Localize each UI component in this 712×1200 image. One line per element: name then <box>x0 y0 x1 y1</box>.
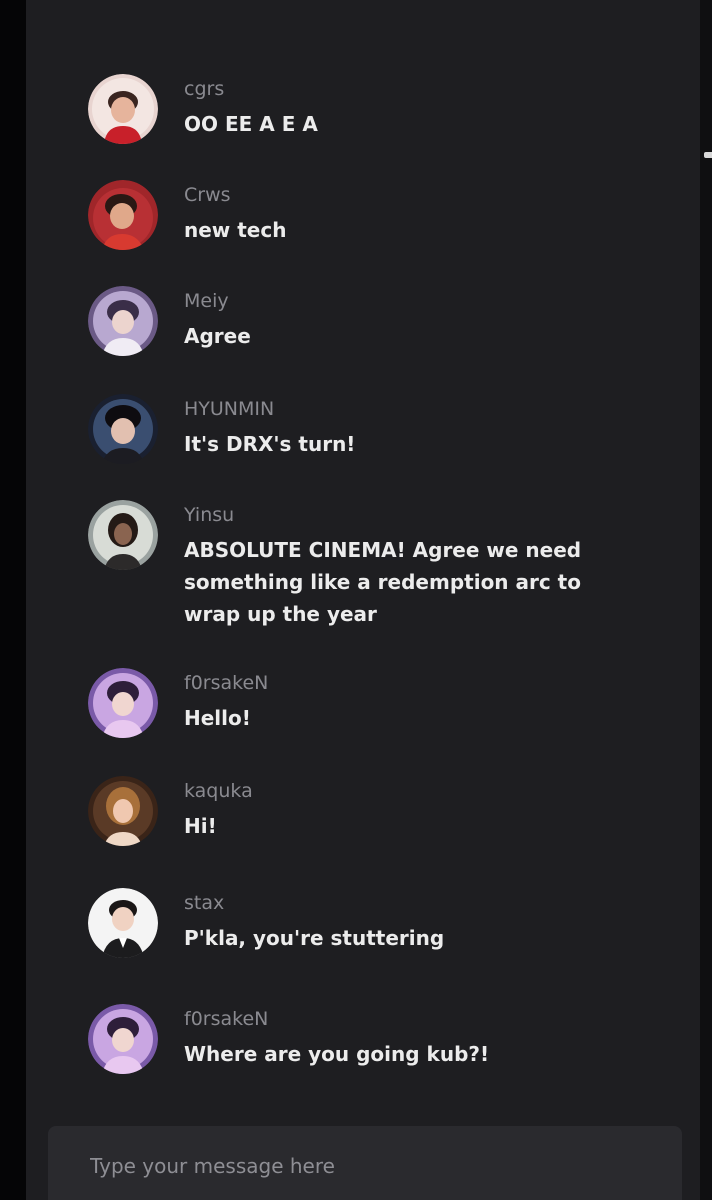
message-text: ABSOLUTE CINEMA! Agree we need something… <box>184 538 582 626</box>
message-text: Hello! <box>184 706 251 730</box>
avatar[interactable] <box>88 888 158 958</box>
message-username[interactable]: Crws <box>184 184 231 206</box>
user-avatar-icon <box>88 1004 158 1074</box>
avatar[interactable] <box>88 394 158 464</box>
message-text: It's DRX's turn! <box>184 432 356 456</box>
message-username[interactable]: Yinsu <box>184 504 234 526</box>
right-edge-strip <box>700 0 712 1200</box>
user-avatar-icon <box>88 500 158 570</box>
chat-panel: cgrs OO EE A E A Crws new tech Meiy Agre… <box>26 0 700 1200</box>
message-text: P'kla, you're stuttering <box>184 926 445 950</box>
avatar[interactable] <box>88 1004 158 1074</box>
user-avatar-icon <box>88 180 158 250</box>
avatar[interactable] <box>88 500 158 570</box>
scrollbar-handle[interactable] <box>704 152 712 158</box>
message-composer <box>48 1126 682 1200</box>
user-avatar-icon <box>88 668 158 738</box>
message-username[interactable]: f0rsakeN <box>184 672 268 694</box>
avatar[interactable] <box>88 286 158 356</box>
user-avatar-icon <box>88 776 158 846</box>
user-avatar-icon <box>88 394 158 464</box>
message-text: Agree <box>184 324 251 348</box>
user-avatar-icon <box>88 888 158 958</box>
message-text: OO EE A E A <box>184 112 318 136</box>
user-avatar-icon <box>88 286 158 356</box>
message-username[interactable]: cgrs <box>184 78 224 100</box>
user-avatar-icon <box>88 74 158 144</box>
message-text: Where are you going kub?! <box>184 1042 490 1066</box>
left-edge-strip <box>0 0 26 1200</box>
chat-message-list[interactable]: cgrs OO EE A E A Crws new tech Meiy Agre… <box>26 0 700 1110</box>
message-input[interactable] <box>88 1148 652 1184</box>
avatar[interactable] <box>88 668 158 738</box>
message-username[interactable]: HYUNMIN <box>184 398 274 420</box>
avatar[interactable] <box>88 776 158 846</box>
message-text: new tech <box>184 218 287 242</box>
avatar[interactable] <box>88 74 158 144</box>
message-username[interactable]: stax <box>184 892 224 914</box>
avatar[interactable] <box>88 180 158 250</box>
message-text: Hi! <box>184 814 217 838</box>
message-username[interactable]: kaquka <box>184 780 253 802</box>
message-username[interactable]: Meiy <box>184 290 229 312</box>
message-username[interactable]: f0rsakeN <box>184 1008 268 1030</box>
